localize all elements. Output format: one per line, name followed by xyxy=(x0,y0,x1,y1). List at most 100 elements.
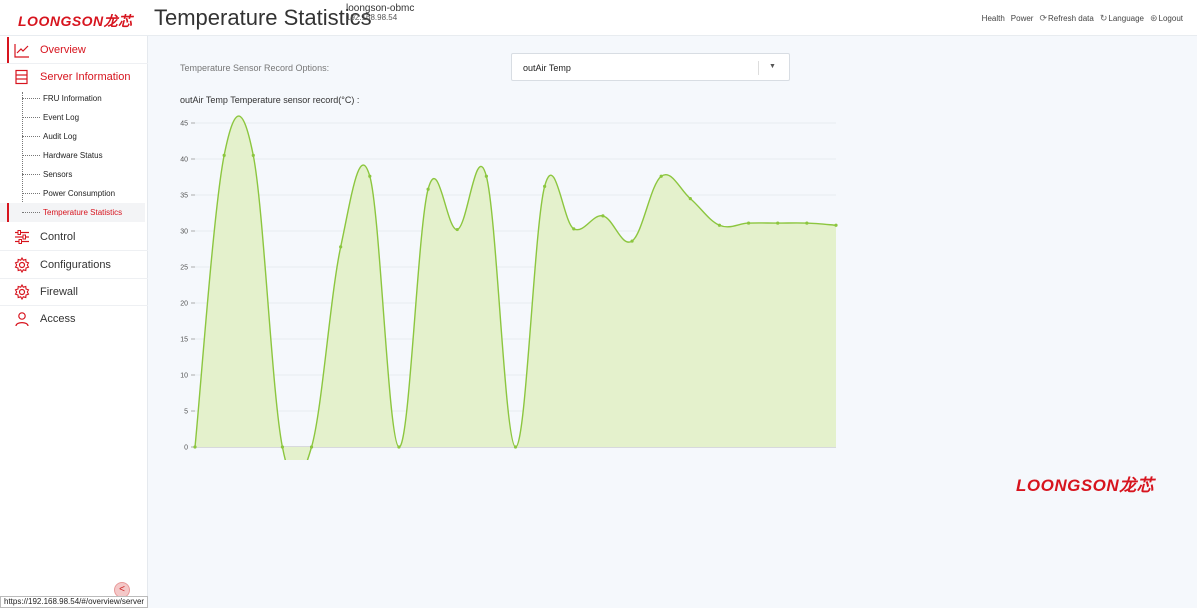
data-point[interactable] xyxy=(397,445,401,449)
tree-connector xyxy=(22,117,40,118)
data-point[interactable] xyxy=(805,221,809,225)
chart-line-icon xyxy=(14,44,29,58)
host-name: loongson-obmc xyxy=(346,3,415,14)
sidebar-subitem-sensors[interactable]: Sensors xyxy=(0,165,145,184)
tree-connector xyxy=(22,155,40,156)
data-point[interactable] xyxy=(776,221,780,225)
data-point[interactable] xyxy=(659,174,663,178)
top-header: LOONGSON龙芯 Temperature Statistics loongs… xyxy=(0,0,1197,36)
sidebar-item-firewall[interactable]: Firewall xyxy=(0,279,148,305)
tree-connector xyxy=(22,136,40,137)
page-title: Temperature Statistics xyxy=(154,5,372,30)
language-icon: ↻ xyxy=(1099,13,1108,23)
tree-connector xyxy=(22,193,40,194)
data-point[interactable] xyxy=(543,184,547,188)
tree-connector xyxy=(22,98,40,99)
sidebar-subitem-event-log[interactable]: Event Log xyxy=(0,108,145,127)
data-point[interactable] xyxy=(601,214,605,218)
y-tick-label: 30 xyxy=(180,229,188,236)
sidebar-subitem-fru-information[interactable]: FRU Information xyxy=(0,89,145,108)
power-link[interactable]: Power xyxy=(1011,14,1034,23)
y-tick-label: 20 xyxy=(180,301,188,308)
caret-down-icon: ▼ xyxy=(769,63,776,70)
sidebar: Overview Server Information FRU Informat… xyxy=(0,36,148,608)
sidebar-item-control[interactable]: Control xyxy=(0,224,148,250)
sidebar-item-label: Server Information xyxy=(40,71,131,83)
data-point[interactable] xyxy=(630,239,634,243)
temperature-chart: 0 5 10 15 20 25 30 35 40 45 xyxy=(180,115,838,460)
data-point[interactable] xyxy=(339,245,343,249)
sidebar-subitem-power-consumption[interactable]: Power Consumption xyxy=(0,184,145,203)
data-point[interactable] xyxy=(834,223,838,227)
sidebar-subitem-label: Hardware Status xyxy=(43,151,103,160)
y-tick-label: 10 xyxy=(180,373,188,380)
sidebar-subitem-hardware-status[interactable]: Hardware Status xyxy=(0,146,145,165)
sidebar-item-server-information[interactable]: Server Information xyxy=(0,64,148,90)
data-point[interactable] xyxy=(222,153,226,157)
series-area xyxy=(195,116,836,460)
sidebar-subitem-label: Sensors xyxy=(43,170,73,179)
sidebar-subitem-temperature-statistics[interactable]: Temperature Statistics xyxy=(0,203,145,222)
data-point[interactable] xyxy=(455,227,459,232)
sidebar-item-label: Overview xyxy=(40,44,86,56)
sidebar-subitem-label: Audit Log xyxy=(43,132,77,141)
divider xyxy=(0,250,148,251)
y-tick-label: 35 xyxy=(180,193,188,200)
data-point[interactable] xyxy=(368,174,372,178)
gear-icon xyxy=(14,257,30,273)
gear-icon xyxy=(14,284,30,300)
sidebar-item-access[interactable]: Access xyxy=(0,306,148,332)
sliders-icon xyxy=(15,230,29,244)
logout-label: Logout xyxy=(1158,14,1183,23)
data-point[interactable] xyxy=(513,445,518,449)
data-point[interactable] xyxy=(484,174,488,178)
refresh-icon: ⟳ xyxy=(1039,13,1048,23)
select-separator xyxy=(758,61,759,75)
sidebar-subitem-label: Temperature Statistics xyxy=(43,208,123,217)
data-point[interactable] xyxy=(746,221,751,225)
sensor-select[interactable]: outAir Temp ▼ xyxy=(511,53,790,81)
sidebar-item-label: Configurations xyxy=(40,259,111,271)
y-tick-label: 40 xyxy=(180,157,188,164)
health-link[interactable]: Health xyxy=(982,14,1005,23)
y-tick-label: 5 xyxy=(184,409,188,416)
user-icon xyxy=(15,312,29,327)
top-nav: Health Power ⟳Refresh data ↻Language ⊛Lo… xyxy=(982,13,1183,24)
language-label: Language xyxy=(1108,14,1144,23)
data-point[interactable] xyxy=(572,227,576,231)
sidebar-item-overview[interactable]: Overview xyxy=(0,37,148,63)
record-options-label: Temperature Sensor Record Options: xyxy=(180,63,330,73)
server-icon xyxy=(15,69,28,85)
host-ip: 192.168.98.54 xyxy=(346,13,398,22)
y-tick-label: 45 xyxy=(180,121,188,128)
chart-heading: outAir Temp Temperature sensor record(°C… xyxy=(180,95,360,105)
tree-connector xyxy=(22,212,40,213)
selected-sensor-value: outAir Temp xyxy=(523,63,571,73)
sidebar-item-label: Control xyxy=(40,231,76,243)
sidebar-item-configurations[interactable]: Configurations xyxy=(0,252,148,278)
user-icon: ⊛ xyxy=(1149,13,1158,23)
refresh-label: Refresh data xyxy=(1048,14,1094,23)
data-point[interactable] xyxy=(688,197,692,201)
y-tick-label: 15 xyxy=(180,337,188,344)
data-point[interactable] xyxy=(251,153,255,157)
language-link[interactable]: ↻Language xyxy=(1100,13,1144,24)
refresh-link[interactable]: ⟳Refresh data xyxy=(1039,13,1093,24)
data-point[interactable] xyxy=(426,187,430,191)
browser-status-url: https://192.168.98.54/#/overview/server xyxy=(0,596,149,608)
sidebar-subitem-label: Power Consumption xyxy=(43,189,116,198)
data-point[interactable] xyxy=(193,445,197,449)
y-tick-label: 25 xyxy=(180,265,188,272)
data-point[interactable] xyxy=(717,223,722,227)
sidebar-subitem-label: Event Log xyxy=(43,113,80,122)
data-point[interactable] xyxy=(280,445,285,449)
data-point[interactable] xyxy=(309,445,314,449)
tree-connector xyxy=(22,174,40,175)
loongson-logo[interactable]: LOONGSON龙芯 xyxy=(18,11,133,31)
logout-link[interactable]: ⊛Logout xyxy=(1150,13,1183,24)
sidebar-item-label: Access xyxy=(40,313,76,325)
sidebar-subitem-label: FRU Information xyxy=(43,94,102,103)
sidebar-subitem-audit-log[interactable]: Audit Log xyxy=(0,127,145,146)
sidebar-item-label: Firewall xyxy=(40,286,78,298)
y-tick-label: 0 xyxy=(184,445,188,452)
